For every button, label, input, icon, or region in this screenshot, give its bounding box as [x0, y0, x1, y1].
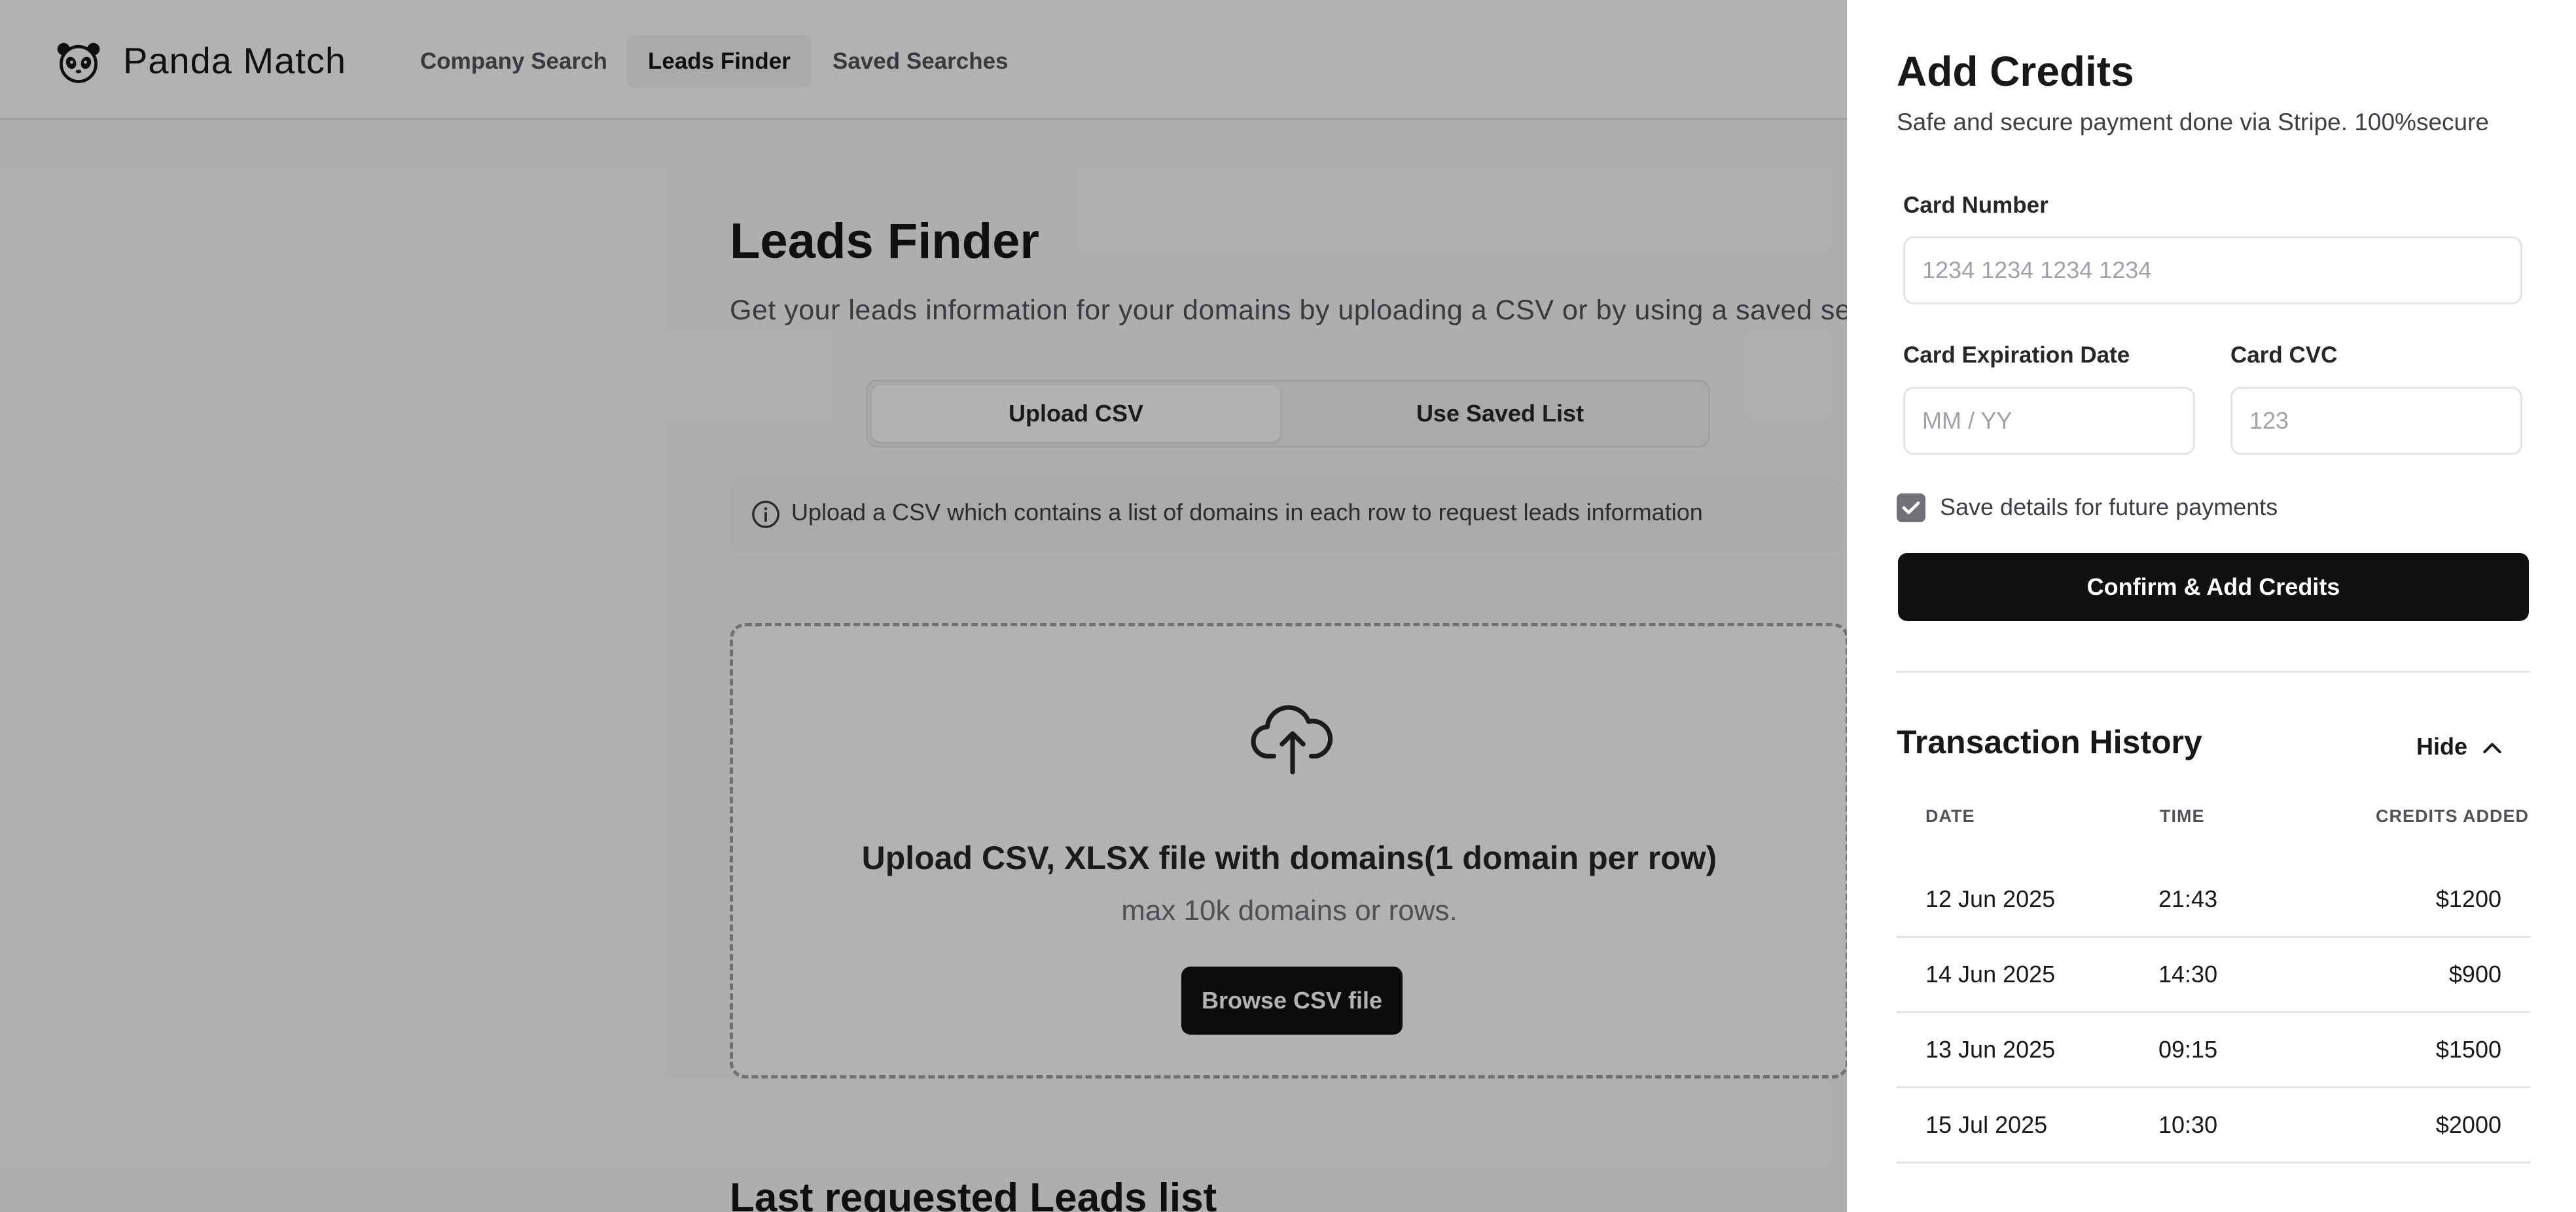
- transaction-row: 15 Jul 2025 10:30 $2000: [1897, 1088, 2530, 1164]
- card-expiry-label: Card Expiration Date: [1903, 342, 2130, 368]
- confirm-add-credits-button[interactable]: Confirm & Add Credits: [1898, 553, 2529, 621]
- save-details-checkbox[interactable]: [1897, 493, 1925, 522]
- transaction-date: 12 Jun 2025: [1925, 885, 2056, 912]
- card-number-input[interactable]: [1903, 236, 2522, 304]
- column-header-date: DATE: [1925, 806, 1975, 826]
- transaction-time: 21:43: [2158, 885, 2218, 912]
- chevron-up-icon[interactable]: [2478, 736, 2507, 762]
- transaction-date: 13 Jun 2025: [1925, 1036, 2056, 1063]
- transaction-time: 14:30: [2158, 961, 2218, 988]
- drawer-title: Add Credits: [1897, 48, 2134, 95]
- card-number-label: Card Number: [1903, 192, 2048, 218]
- card-expiry-input[interactable]: [1903, 387, 2195, 455]
- hide-history-toggle[interactable]: Hide: [2416, 733, 2467, 760]
- drawer-subtitle: Safe and secure payment done via Stripe.…: [1897, 109, 2490, 135]
- column-header-credits: CREDITS ADDED: [2375, 806, 2529, 826]
- transaction-time: 09:15: [2158, 1036, 2218, 1063]
- transaction-credits: $900: [2448, 961, 2501, 988]
- add-credits-drawer: Add Credits Safe and secure payment done…: [1847, 0, 2576, 1212]
- transaction-credits: $1200: [2435, 885, 2501, 912]
- card-cvc-label: Card CVC: [2230, 342, 2338, 368]
- transaction-row: 12 Jun 2025 21:43 $1200: [1897, 863, 2530, 938]
- checkmark-icon: [1902, 501, 1920, 514]
- transaction-row: 13 Jun 2025 09:15 $1500: [1897, 1013, 2530, 1088]
- transaction-credits: $1500: [2435, 1036, 2501, 1063]
- section-divider: [1897, 671, 2530, 673]
- transaction-date: 15 Jul 2025: [1925, 1111, 2048, 1138]
- transaction-time: 10:30: [2158, 1111, 2218, 1138]
- card-cvc-input[interactable]: [2230, 387, 2522, 455]
- transaction-credits: $2000: [2435, 1111, 2501, 1138]
- save-details-label[interactable]: Save details for future payments: [1940, 493, 2278, 521]
- transaction-history-title: Transaction History: [1897, 724, 2202, 760]
- transaction-row: 14 Jun 2025 14:30 $900: [1897, 938, 2530, 1013]
- column-header-time: TIME: [2160, 806, 2205, 826]
- transaction-date: 14 Jun 2025: [1925, 961, 2056, 988]
- modal-backdrop[interactable]: [0, 0, 1847, 1212]
